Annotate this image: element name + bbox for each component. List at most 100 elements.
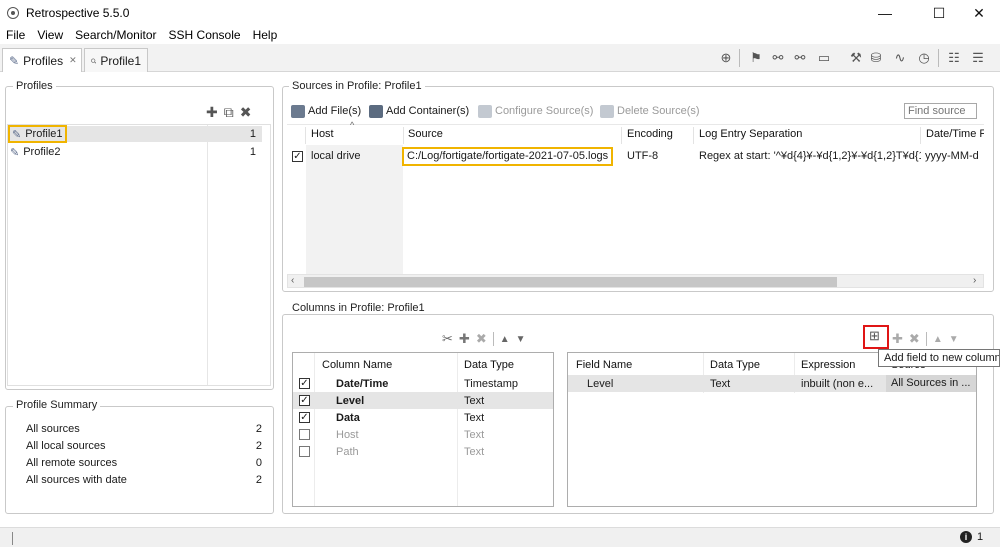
tools-icon[interactable]: ⚒: [848, 50, 864, 66]
delete-profile-icon[interactable]: ✖: [240, 104, 252, 120]
source-header[interactable]: Source: [408, 128, 443, 144]
monitor-icon[interactable]: ▭: [816, 50, 832, 66]
menu-help[interactable]: Help: [247, 26, 284, 44]
right-columns-toolbar: ✚ ✖ ▲ ▼: [892, 331, 982, 347]
status-bar: i 1: [0, 527, 1000, 547]
delete-icon: [600, 104, 614, 118]
add-field-icon[interactable]: ✚: [892, 331, 903, 347]
column-checkbox[interactable]: ✓: [299, 412, 310, 423]
source-encoding: UTF-8: [627, 150, 659, 162]
source-host: local drive: [311, 150, 361, 162]
window-title: Retrospective 5.5.0: [26, 6, 130, 20]
encoding-header[interactable]: Encoding: [627, 128, 673, 144]
column-checkbox[interactable]: ✓: [299, 395, 310, 406]
horizontal-scrollbar[interactable]: ‹ ›: [287, 274, 984, 288]
tab-profiles[interactable]: ✎ Profiles ✕: [2, 48, 82, 72]
column-name: Date/Time: [336, 377, 389, 390]
menu-bar: File View Search/Monitor SSH Console Hel…: [0, 26, 1000, 44]
column-row[interactable]: ✓ Date/Time Timestamp: [293, 375, 553, 392]
search-icon: [91, 58, 97, 63]
column-name: Path: [336, 445, 359, 458]
profile-item-count: 1: [249, 146, 256, 158]
minimize-button[interactable]: —: [862, 0, 908, 26]
close-button[interactable]: ✕: [956, 0, 1000, 26]
summary-label: All sources with date: [26, 474, 127, 486]
menu-search-monitor[interactable]: Search/Monitor: [69, 26, 162, 44]
tab-profile1[interactable]: Profile1: [84, 48, 148, 72]
add-container-button[interactable]: Add Container(s): [369, 104, 469, 118]
field-type-header[interactable]: Data Type: [710, 359, 760, 375]
column-type-header[interactable]: Data Type: [464, 359, 514, 375]
column-row[interactable]: Host Text: [293, 426, 553, 443]
remove-column-icon[interactable]: ✖: [476, 331, 487, 347]
profile-item-2[interactable]: ✎ Profile2 1: [8, 144, 262, 160]
delete-source-button[interactable]: Delete Source(s): [600, 104, 700, 118]
tab-profile1-label: Profile1: [100, 53, 141, 68]
info-count: 1: [977, 531, 984, 543]
info-icon[interactable]: i: [960, 531, 972, 543]
separation-header[interactable]: Log Entry Separation: [699, 128, 802, 144]
profile-item-1[interactable]: ✎ Profile1 1: [8, 125, 262, 143]
profiles-legend: Profiles: [13, 80, 56, 92]
host-header[interactable]: Host: [311, 128, 334, 144]
layout-alt-icon[interactable]: ☴: [970, 50, 986, 66]
source-row[interactable]: ✓ local drive C:/Log/fortigate/fortigate…: [287, 147, 984, 166]
pulse-icon[interactable]: ∿: [892, 50, 908, 66]
database-icon[interactable]: ⛁: [868, 50, 884, 66]
group-binoculars-icon[interactable]: ⚯: [792, 50, 808, 66]
profile-item-label: Profile2: [23, 146, 61, 158]
add-field-to-column-icon[interactable]: ⊞: [869, 328, 880, 344]
column-type: Text: [464, 428, 485, 441]
layout-icon[interactable]: ☷: [946, 50, 962, 66]
configure-label: Configure Source(s): [495, 105, 594, 117]
add-field-button-highlight: ⊞: [863, 325, 889, 349]
scroll-left-icon[interactable]: ‹: [291, 275, 294, 286]
field-name-header[interactable]: Field Name: [576, 359, 632, 375]
menu-ssh-console[interactable]: SSH Console: [163, 26, 247, 44]
source-checkbox[interactable]: ✓: [292, 151, 303, 162]
summary-row: All sources 2: [26, 423, 262, 440]
field-up-icon[interactable]: ▲: [933, 334, 943, 345]
menu-view[interactable]: View: [31, 26, 69, 44]
column-row-selected[interactable]: ✓ Level Text: [293, 392, 553, 409]
add-container-label: Add Container(s): [386, 105, 470, 117]
profile-item-label: Profile1: [25, 128, 63, 140]
binoculars-icon[interactable]: ⚯: [770, 50, 786, 66]
configure-source-button[interactable]: Configure Source(s): [478, 104, 593, 118]
remove-field-icon[interactable]: ✖: [909, 331, 920, 347]
column-checkbox[interactable]: ✓: [299, 378, 310, 389]
tab-close-icon[interactable]: ✕: [69, 55, 77, 66]
column-name-header[interactable]: Column Name: [322, 359, 392, 375]
column-type: Timestamp: [464, 377, 518, 390]
delete-label: Delete Source(s): [617, 105, 700, 117]
field-row[interactable]: Level Text inbuilt (non e... All Sources…: [568, 375, 976, 392]
summary-row: All remote sources 0: [26, 457, 262, 474]
column-type: Text: [464, 411, 485, 424]
scroll-thumb[interactable]: [304, 277, 837, 287]
move-up-icon[interactable]: ▲: [500, 334, 510, 345]
wrench-icon: ✎: [10, 146, 20, 159]
add-profile-icon[interactable]: ✚: [206, 104, 218, 120]
column-type: Text: [464, 445, 485, 458]
column-checkbox[interactable]: [299, 429, 310, 440]
move-down-icon[interactable]: ▼: [516, 334, 526, 345]
copy-profile-icon[interactable]: ⧉: [224, 104, 234, 120]
scissors-icon[interactable]: ✂: [442, 331, 453, 347]
column-checkbox[interactable]: [299, 446, 310, 457]
column-row[interactable]: ✓ Data Text: [293, 409, 553, 426]
add-search-icon[interactable]: ⊕: [718, 50, 734, 66]
datetime-header[interactable]: Date/Time F: [926, 128, 984, 144]
add-files-button[interactable]: Add File(s): [291, 104, 361, 118]
tab-profiles-label: Profiles: [23, 53, 64, 68]
clock-icon[interactable]: ◷: [916, 50, 932, 66]
scroll-right-icon[interactable]: ›: [973, 275, 976, 286]
field-down-icon[interactable]: ▼: [949, 334, 959, 345]
summary-value: 2: [255, 474, 262, 486]
menu-file[interactable]: File: [0, 26, 31, 44]
profile-item-1-highlight: ✎ Profile1: [8, 125, 67, 143]
filter-icon[interactable]: ⚑: [748, 50, 764, 66]
find-source-input[interactable]: [904, 103, 977, 119]
add-column-icon[interactable]: ✚: [459, 331, 470, 347]
field-expression-header[interactable]: Expression: [801, 359, 855, 375]
column-row[interactable]: Path Text: [293, 443, 553, 460]
